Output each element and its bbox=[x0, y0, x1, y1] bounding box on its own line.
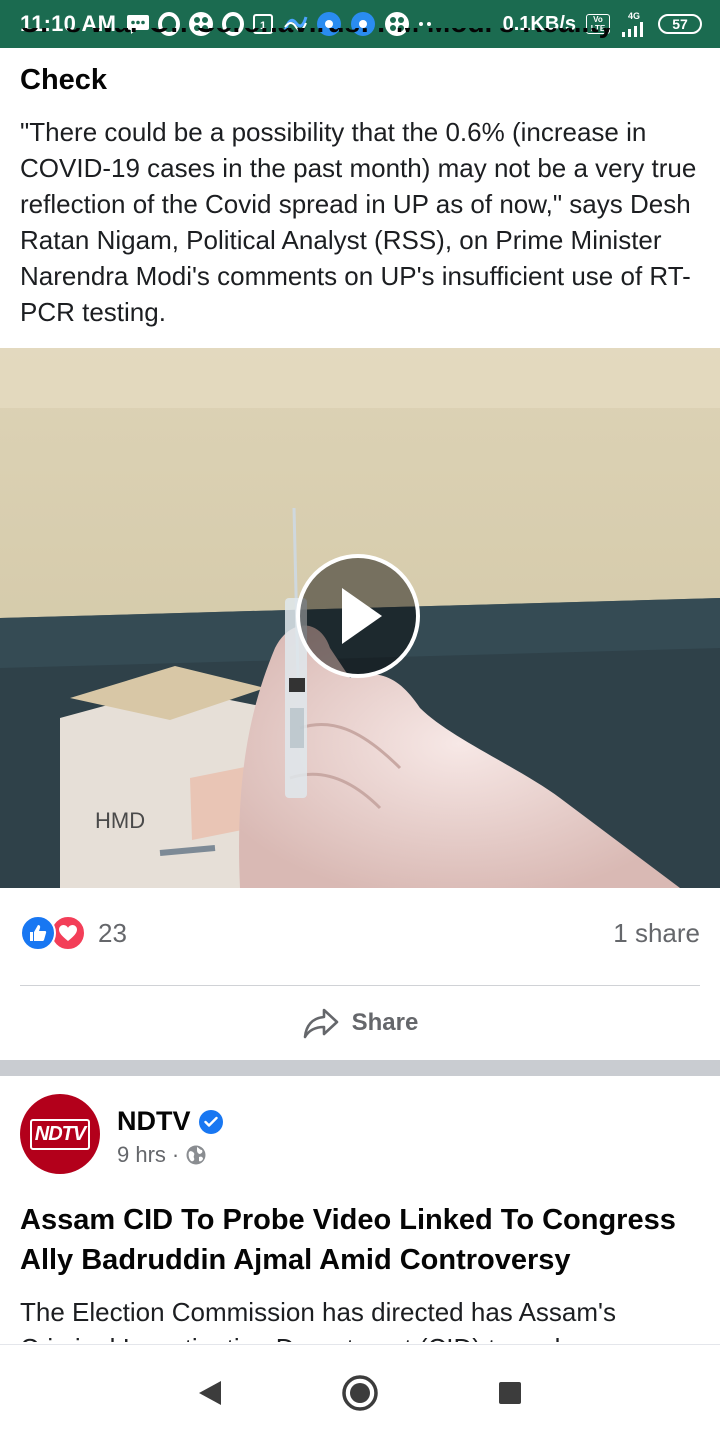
back-triangle-icon bbox=[199, 1381, 221, 1405]
page-name[interactable]: NDTV bbox=[117, 1106, 191, 1137]
network-type: 4G bbox=[627, 10, 640, 21]
avatar-logo-text: NDTV bbox=[29, 1118, 91, 1150]
verified-badge-icon bbox=[198, 1109, 223, 1134]
page-name-row: NDTV bbox=[117, 1106, 223, 1137]
ndtv-avatar[interactable]: NDTV bbox=[20, 1094, 100, 1174]
recents-button[interactable] bbox=[485, 1368, 535, 1418]
post-title-clipped: UP's War On Coronavirus: PM Modi's Reali… bbox=[20, 28, 700, 48]
post-body: "There could be a possibility that the 0… bbox=[20, 117, 697, 327]
reactions-summary[interactable]: 23 bbox=[20, 915, 127, 951]
share-icon bbox=[303, 1008, 338, 1039]
post-headline[interactable]: Assam CID To Probe Video Linked To Congr… bbox=[20, 1200, 710, 1280]
globe-icon bbox=[186, 1145, 206, 1165]
reaction-count: 23 bbox=[98, 917, 127, 948]
recents-square-icon bbox=[499, 1382, 521, 1404]
share-count[interactable]: 1 share bbox=[613, 918, 700, 949]
feed-separator bbox=[0, 1060, 720, 1076]
share-button[interactable]: Share bbox=[0, 1000, 720, 1046]
meta-separator: · bbox=[171, 1142, 180, 1167]
play-icon bbox=[342, 588, 382, 644]
box-label: HMD bbox=[95, 808, 145, 833]
system-navigation-bar bbox=[0, 1344, 720, 1441]
back-button[interactable] bbox=[185, 1368, 235, 1418]
share-label: Share bbox=[351, 1009, 419, 1036]
play-button[interactable] bbox=[296, 554, 420, 678]
post-time[interactable]: 9 hrs bbox=[117, 1142, 166, 1168]
divider bbox=[20, 985, 700, 986]
like-reaction-icon bbox=[20, 915, 56, 951]
home-button[interactable] bbox=[335, 1368, 385, 1418]
post-title: Check bbox=[20, 64, 108, 96]
clipped-title-text: UP's War On Coronavirus: PM Modi's Reali… bbox=[20, 28, 614, 38]
home-circle-icon bbox=[342, 1375, 378, 1411]
post-meta: 9 hrs · bbox=[117, 1142, 207, 1168]
more-notifications-icon bbox=[418, 20, 432, 28]
post-body-preview: The Election Commission has directed has… bbox=[20, 1297, 616, 1342]
